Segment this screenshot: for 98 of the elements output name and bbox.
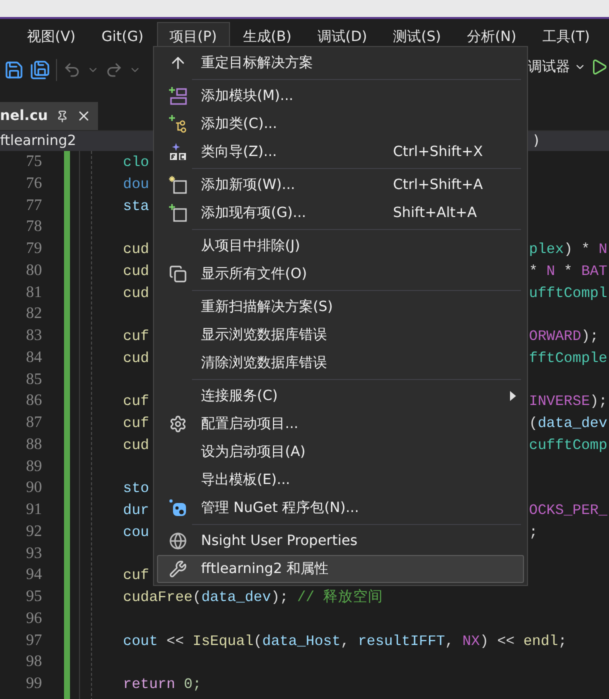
- code-text: ufftCompl: [529, 286, 608, 302]
- code-text: plex) * N: [529, 242, 608, 258]
- menu-item[interactable]: 配置启动项目...: [157, 410, 524, 438]
- line-number: 84: [26, 348, 42, 368]
- class-wizard-icon: [168, 142, 188, 162]
- line-number: 78: [26, 217, 42, 238]
- wrench-icon: [169, 560, 187, 578]
- line-number: 75: [26, 152, 42, 172]
- line-number: 99: [26, 674, 42, 694]
- line-number: 97: [26, 630, 42, 650]
- code-text: cud: [123, 242, 150, 258]
- menu-item[interactable]: fftlearning2 和属性: [157, 555, 524, 583]
- code-text: return 0;: [123, 677, 202, 693]
- menu-item[interactable]: 类向导(Z)... Ctrl+Shift+X: [157, 138, 524, 166]
- line-number: 81: [26, 282, 42, 302]
- code-text: * N * BAT: [529, 264, 608, 280]
- menu-item[interactable]: 添加类(C)...: [157, 110, 524, 138]
- line-number: 91: [26, 500, 42, 520]
- menu-title[interactable]: 工具(T): [529, 22, 603, 50]
- save-icon[interactable]: [4, 60, 24, 80]
- menu-item[interactable]: Nsight User Properties: [157, 527, 524, 555]
- line-number: 76: [26, 174, 42, 194]
- line-number: 89: [26, 456, 42, 476]
- code-text: dur: [123, 503, 150, 519]
- menu-title[interactable]: 调试(D): [304, 22, 380, 50]
- line-number: 77: [26, 196, 42, 216]
- redo-icon[interactable]: [105, 61, 123, 79]
- existing-item-icon: [168, 203, 188, 223]
- menu-title[interactable]: Git(G): [88, 22, 157, 50]
- code-text: OCKS_PER_: [529, 503, 608, 519]
- line-number: 98: [26, 652, 42, 672]
- globe-icon: [169, 532, 187, 550]
- code-text: cudaFree(data_dev); // 释放空间: [123, 590, 384, 606]
- code-text: cud: [123, 286, 150, 302]
- menu-item[interactable]: 重定目标解决方案: [157, 49, 524, 77]
- code-text: fftComple: [529, 350, 608, 367]
- code-text: cuf: [123, 394, 150, 410]
- menu-title[interactable]: 分析(N): [454, 22, 530, 50]
- save-all-icon[interactable]: [30, 60, 50, 80]
- menu-item[interactable]: 添加现有项(G)... Shift+Alt+A: [157, 199, 524, 227]
- file-tab[interactable]: nel.cu: [0, 102, 98, 130]
- code-text: cud: [123, 438, 150, 454]
- play-icon[interactable]: [590, 58, 608, 76]
- code-text: cud: [123, 350, 150, 367]
- line-number: 80: [26, 260, 42, 281]
- line-number: 92: [26, 522, 42, 542]
- code-text: ;: [529, 524, 538, 541]
- menu-item[interactable]: 重新扫描解决方案(S): [157, 293, 524, 321]
- menu-item[interactable]: 管理 NuGet 程序包(N)...: [157, 494, 524, 522]
- menu-item[interactable]: 设为启动项目(A): [157, 438, 524, 466]
- menu-item[interactable]: 添加模块(M)...: [157, 82, 524, 110]
- code-text: dou: [123, 176, 150, 193]
- new-item-icon: [168, 175, 188, 195]
- code-text: cuf: [123, 416, 150, 432]
- code-text: cufftComp: [529, 438, 608, 454]
- menu-item[interactable]: 清除浏览数据库错误: [157, 349, 524, 377]
- line-number: 94: [26, 565, 42, 586]
- code-text: INVERSE);: [529, 394, 608, 410]
- line-number: 83: [26, 326, 42, 346]
- line-number: 82: [26, 304, 42, 324]
- settings-icon: [169, 415, 187, 433]
- menu-item[interactable]: 从项目中排除(J): [157, 232, 524, 260]
- nuget-icon: [168, 498, 188, 518]
- pin-icon[interactable]: [56, 110, 68, 122]
- code-text: sto: [123, 481, 150, 498]
- menu-title[interactable]: 生成(B): [230, 22, 304, 50]
- line-number: 79: [26, 239, 42, 259]
- line-number: 88: [26, 434, 42, 455]
- scope-dropdown[interactable]: ): [534, 133, 609, 149]
- code-text: (data_dev: [529, 416, 608, 432]
- debugger-dropdown[interactable]: 调试器: [528, 58, 570, 76]
- code-text: cou: [123, 524, 150, 541]
- code-text: cuf: [123, 568, 150, 584]
- line-number: 86: [26, 391, 42, 412]
- add-class-icon: [168, 114, 188, 134]
- menu-title[interactable]: 视图(V): [14, 22, 89, 50]
- line-number: 93: [26, 544, 42, 564]
- undo-icon[interactable]: [63, 61, 81, 79]
- line-number: 87: [26, 413, 42, 433]
- code-text: cout << IsEqual(data_Host, resultIFFT, NX) << endl;: [123, 634, 567, 650]
- code-text: cuf: [123, 329, 150, 345]
- code-text: sta: [123, 198, 150, 214]
- menu-item[interactable]: 添加新项(W)... Ctrl+Shift+A: [157, 171, 524, 199]
- line-number: 85: [26, 370, 42, 390]
- code-text: cud: [123, 264, 150, 280]
- code-text: ORWARD);: [529, 329, 599, 345]
- menu-item[interactable]: 显示所有文件(O): [157, 260, 524, 288]
- code-text: clo: [123, 155, 150, 171]
- menu-item[interactable]: 显示浏览数据库错误: [157, 321, 524, 349]
- menu-title[interactable]: 测试(S): [380, 22, 454, 50]
- line-number: 95: [26, 587, 42, 607]
- files-icon: [169, 265, 187, 283]
- menu-item[interactable]: 连接服务(C): [157, 382, 524, 410]
- project-dropdown[interactable]: ftlearning2: [0, 133, 146, 149]
- line-number: 90: [26, 478, 42, 498]
- menu-item[interactable]: 导出模板(E)...: [157, 466, 524, 494]
- add-module-icon: [168, 86, 188, 106]
- line-number: 96: [26, 608, 42, 629]
